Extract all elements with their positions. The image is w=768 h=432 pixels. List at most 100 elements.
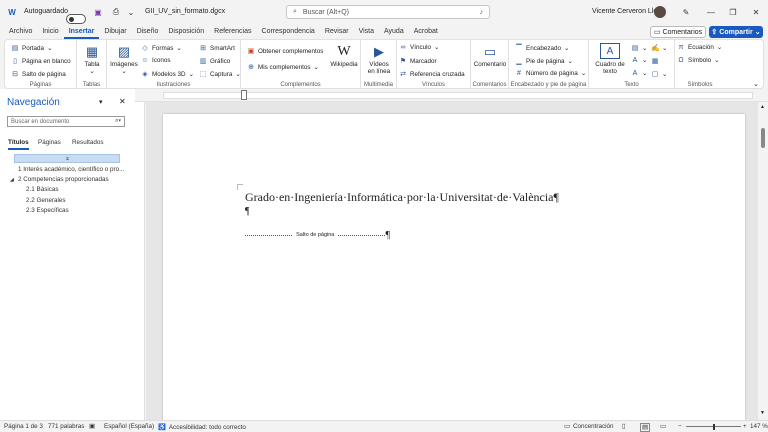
tab-acrobat[interactable]: Acrobat [409,24,443,39]
drop-cap-button[interactable]: A ⌄ [631,70,648,77]
tab-correspondencia[interactable]: Correspondencia [257,24,320,39]
nav-selected-heading[interactable]: ⌅ [14,154,120,163]
proofing-icon[interactable]: ▣ [89,423,95,430]
comments-button[interactable]: ▭ Comentarios [650,26,706,38]
tab-inicio[interactable]: Inicio [37,24,63,39]
nav-tab-paginas[interactable]: Páginas [38,139,61,146]
close-icon[interactable]: ✕ [750,6,762,18]
print-icon[interactable]: ⎙ [110,6,122,18]
collapse-ribbon-icon[interactable]: ⌄ [753,80,759,88]
expand-triangle-icon[interactable]: ◢ [10,177,14,183]
tab-revisar[interactable]: Revisar [320,24,354,39]
nav-heading-item[interactable]: 2.1 Básicas [26,186,59,193]
zoom-level[interactable]: 147 % [750,423,768,430]
share-button[interactable]: ⇪ Compartir ⌄ [709,26,763,38]
3d-models-button[interactable]: ◈ Modelos 3D ⌄ [141,70,194,79]
vertical-ruler[interactable] [135,102,145,420]
cover-page-button[interactable]: ▤ Portada ⌄ [11,44,53,53]
my-addins-button[interactable]: ⊕ Mis complementos ⌄ [247,63,319,72]
online-video-button[interactable]: ▶ Vídeos en línea [365,43,393,76]
language[interactable]: Español (España) [104,423,154,430]
page-break[interactable]: Salto de página ¶ [245,230,390,241]
accessibility-status[interactable]: ♿ Accesibilidad: todo correcto [158,423,246,432]
document-area[interactable]: Grado·en·Ingeniería·Informática·por·la·U… [146,102,758,420]
blank-page-button[interactable]: ▯ Página en blanco [11,57,71,66]
group-label: Tablas [82,82,101,88]
pen-icon[interactable]: ✎ [680,6,692,18]
focus-mode[interactable]: ▭ Concentración [564,423,614,430]
page-break-button[interactable]: ⊟ Salto de página [11,70,66,79]
signature-line-button[interactable]: ✍ ⌄ [651,44,667,53]
table-button[interactable]: ▦ Tabla ⌄ [81,43,103,76]
chart-button[interactable]: ▥ Gráfico [199,57,231,66]
close-icon[interactable]: ✕ [119,97,126,106]
autosave-toggle[interactable] [66,14,86,24]
quick-parts-button[interactable]: ▤ ⌄ [631,44,648,53]
tab-insertar[interactable]: Insertar [63,24,100,39]
paragraph-mark[interactable]: ¶ [245,206,250,217]
word-count[interactable]: 771 palabras [48,423,84,430]
nav-heading-item[interactable]: 2.3 Específicas [26,207,69,214]
print-layout-icon[interactable]: ▤ [640,423,650,432]
chevron-down-icon[interactable]: ⌄ [210,6,222,18]
wikipedia-button[interactable]: W Wikipedia [329,43,359,68]
search-box[interactable]: ⌕ Buscar (Alt+Q) ♪ [286,5,490,19]
microphone-icon[interactable]: ♪ [480,9,484,16]
tab-referencias[interactable]: Referencias [209,24,256,39]
symbol-button[interactable]: Ω Símbolo ⌄ [677,57,719,64]
horizontal-ruler[interactable] [135,89,768,102]
smartart-button[interactable]: ⊞ SmartArt [199,44,235,53]
nav-search-box[interactable]: Buscar en documento ⌕▾ [7,116,125,127]
avatar[interactable] [654,6,666,18]
tab-ayuda[interactable]: Ayuda [379,24,409,39]
chevron-down-icon[interactable]: ▾ [99,98,103,106]
tab-vista[interactable]: Vista [354,24,379,39]
restore-icon[interactable]: ❐ [727,6,739,18]
cross-reference-button[interactable]: ⇄ Referencia cruzada [399,70,465,79]
screenshot-button[interactable]: ⬚ Captura ⌄ [199,70,241,79]
scroll-up-icon[interactable]: ▲ [760,104,765,110]
shapes-button[interactable]: ◇ Formas ⌄ [141,44,181,53]
nav-heading-item[interactable]: 2.2 Generales [26,197,66,204]
zoom-slider-thumb[interactable] [713,424,715,430]
minimize-icon[interactable]: — [705,6,717,18]
link-button[interactable]: ∞ Vínculo ⌄ [399,44,440,51]
nav-tab-resultados[interactable]: Resultados [72,139,104,146]
search-input[interactable]: Buscar (Alt+Q) [303,9,474,16]
tab-archivo[interactable]: Archivo [4,24,37,39]
images-button[interactable]: ▨ Imágenes ⌄ [110,43,138,76]
customize-qat-icon[interactable]: ⌄ [125,6,137,18]
read-mode-icon[interactable]: ▯ [622,423,625,430]
web-layout-icon[interactable]: ▭ [660,423,666,430]
date-time-button[interactable]: ▦ [651,57,659,65]
vertical-scrollbar[interactable]: ▲ ▼ [758,102,768,420]
nav-heading-item[interactable]: 2 Competencias proporcionadas [18,176,109,183]
equation-button[interactable]: π Ecuación ⌄ [677,44,723,51]
wordart-button[interactable]: A ⌄ [631,57,648,64]
scroll-down-icon[interactable]: ▼ [760,410,765,416]
nav-heading-item[interactable]: 1 Interés académico, científico o pro... [18,166,124,173]
document-page[interactable]: Grado·en·Ingeniería·Informática·por·la·U… [163,114,745,420]
nav-tab-titulos[interactable]: Títulos [8,139,29,150]
icons-button[interactable]: ☺ Iconos [141,57,170,64]
page-count[interactable]: Página 1 de 3 [4,423,43,430]
tab-diseno[interactable]: Diseño [132,24,164,39]
indent-marker[interactable] [241,90,247,100]
nav-search-input[interactable]: Buscar en documento [11,119,69,125]
page-number-button[interactable]: # Número de página ⌄ [515,70,586,77]
zoom-in-icon[interactable]: + [743,423,747,430]
header-button[interactable]: ▔ Encabezado ⌄ [515,44,569,53]
comment-button[interactable]: ▭ Comentario [473,43,507,69]
bookmark-button[interactable]: ⚑ Marcador [399,57,437,66]
scroll-thumb[interactable] [761,128,765,148]
get-addins-button[interactable]: ▣ Obtener complementos [247,47,324,56]
user-name[interactable]: Vicente Cerveron Lleó [592,8,661,15]
textbox-button[interactable]: A Cuadro de texto [593,43,627,75]
save-icon[interactable]: ▣ [92,6,104,18]
document-title[interactable]: Grado·en·Ingeniería·Informática·por·la·U… [245,190,559,205]
tab-dibujar[interactable]: Dibujar [99,24,131,39]
tab-disposicion[interactable]: Disposición [163,24,209,39]
zoom-out-icon[interactable]: − [678,423,682,430]
footer-button[interactable]: ▁ Pie de página ⌄ [515,57,573,66]
object-button[interactable]: ▢ ⌄ [651,70,668,79]
